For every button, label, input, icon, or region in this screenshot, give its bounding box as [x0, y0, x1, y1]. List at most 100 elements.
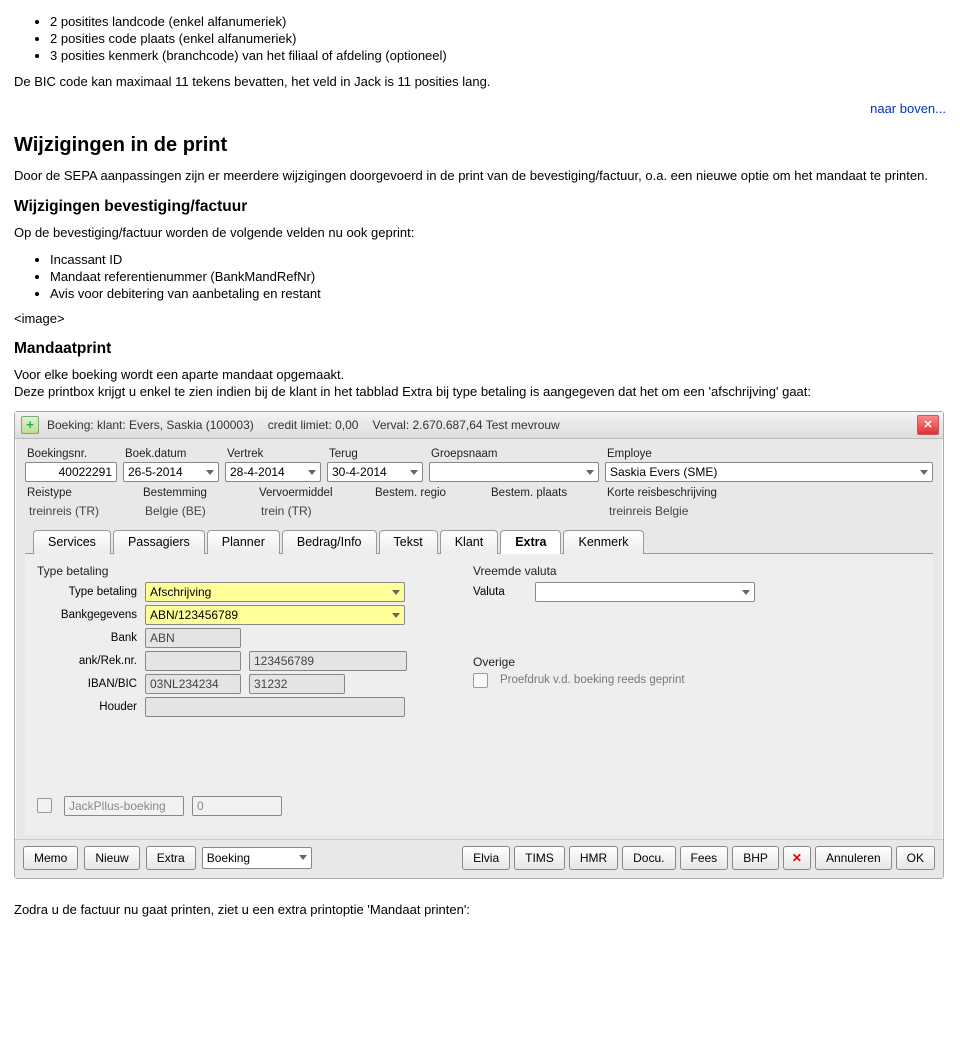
paragraph-printoptie: Zodra u de factuur nu gaat printen, ziet…	[14, 901, 946, 919]
bullet-list-1: 2 positites landcode (enkel alfanumeriek…	[50, 14, 946, 63]
label-boekingsnr: Boekingsnr.	[25, 447, 117, 462]
paragraph-mandaat-line2: Deze printbox krijgt u enkel te zien ind…	[14, 384, 811, 399]
window-titlebar: + Boeking: klant: Evers, Saskia (100003)…	[15, 412, 943, 439]
tab-kenmerk[interactable]: Kenmerk	[563, 530, 643, 554]
field-bestemregio	[373, 501, 483, 521]
close-button[interactable]: ✕	[917, 415, 939, 435]
label-houder: Houder	[37, 701, 137, 713]
label-reknr: ank/Rek.nr.	[37, 655, 137, 667]
field-valuta[interactable]	[535, 582, 755, 602]
button-hmr[interactable]: HMR	[569, 846, 618, 870]
list-item: 3 posities kenmerk (branchcode) van het …	[50, 48, 946, 63]
field-boekdatum[interactable]: 26-5-2014	[123, 462, 219, 482]
field-bestemplaats	[489, 501, 599, 521]
tab-services[interactable]: Services	[33, 530, 111, 554]
field-korte: treinreis Belgie	[605, 501, 933, 521]
heading-mandaatprint: Mandaatprint	[14, 340, 946, 358]
list-item: Incassant ID	[50, 252, 946, 267]
label-groepsnaam: Groepsnaam	[429, 447, 599, 462]
field-type-betaling[interactable]: Afschrijving	[145, 582, 405, 602]
heading-wijzigingen-print: Wijzigingen in de print	[14, 134, 946, 157]
group-overige: Overige	[473, 655, 921, 669]
field-vertrek[interactable]: 28-4-2014	[225, 462, 321, 482]
tab-tekst[interactable]: Tekst	[379, 530, 438, 554]
x-icon: ✕	[792, 851, 802, 865]
tab-panel-extra: Type betaling Type betaling Afschrijving…	[25, 554, 933, 835]
booking-window: + Boeking: klant: Evers, Saskia (100003)…	[14, 411, 944, 879]
list-item: 2 posities code plaats (enkel alfanumeri…	[50, 31, 946, 46]
label-ibanbic: IBAN/BIC	[37, 678, 137, 690]
bullet-list-2: Incassant ID Mandaat referentienummer (B…	[50, 252, 946, 301]
label-bestemregio: Bestem. regio	[373, 486, 483, 501]
paragraph-sepa: Door de SEPA aanpassingen zijn er meerde…	[14, 167, 946, 185]
label-type-betaling: Type betaling	[37, 586, 137, 598]
field-groepsnaam[interactable]	[429, 462, 599, 482]
label-valuta: Valuta	[473, 586, 527, 598]
tab-planner[interactable]: Planner	[207, 530, 280, 554]
button-ok[interactable]: OK	[896, 846, 935, 870]
field-reistype: treinreis (TR)	[25, 501, 135, 521]
label-bankgegevens: Bankgegevens	[37, 609, 137, 621]
field-bic: 31232	[249, 674, 345, 694]
group-vreemde-valuta: Vreemde valuta	[473, 564, 921, 578]
checkbox-proefdruk[interactable]	[473, 673, 488, 688]
paragraph-velden: Op de bevestiging/factuur worden de volg…	[14, 224, 946, 242]
window-bottom-bar: Memo Nieuw Extra Boeking Elvia TIMS HMR …	[15, 839, 943, 878]
button-delete[interactable]: ✕	[783, 846, 811, 870]
label-reistype: Reistype	[25, 486, 135, 501]
field-reknr: 123456789	[249, 651, 407, 671]
label-bestemming: Bestemming	[141, 486, 251, 501]
title-booking: Boeking: klant: Evers, Saskia (100003)	[47, 418, 254, 432]
field-employe[interactable]: Saskia Evers (SME)	[605, 462, 933, 482]
paragraph-mandaat-line1: Voor elke boeking wordt een aparte manda…	[14, 367, 344, 382]
heading-bevestiging-factuur: Wijzigingen bevestiging/factuur	[14, 198, 946, 216]
field-reknr-blank	[145, 651, 241, 671]
dropdown-boeking[interactable]: Boeking	[202, 847, 312, 869]
title-credit: credit limiet: 0,00	[268, 418, 359, 432]
plus-icon[interactable]: +	[21, 416, 39, 434]
checkbox-jackplus[interactable]	[37, 798, 52, 813]
tab-bedrag-info[interactable]: Bedrag/Info	[282, 530, 377, 554]
field-boekingsnr[interactable]: 40022291	[25, 462, 117, 482]
paragraph-mandaat: Voor elke boeking wordt een aparte manda…	[14, 366, 946, 401]
field-bank: ABN	[145, 628, 241, 648]
label-employe: Employe	[605, 447, 933, 462]
list-item: Avis voor debitering van aanbetaling en …	[50, 286, 946, 301]
field-bankgegevens[interactable]: ABN/123456789	[145, 605, 405, 625]
group-type-betaling: Type betaling	[37, 564, 437, 578]
title-verval: Verval: 2.670.687,64 Test mevrouw	[372, 418, 559, 432]
tab-passagiers[interactable]: Passagiers	[113, 530, 205, 554]
button-nieuw[interactable]: Nieuw	[84, 846, 139, 870]
paragraph-bic-note: De BIC code kan maximaal 11 tekens bevat…	[14, 73, 946, 91]
label-bank: Bank	[37, 632, 137, 644]
button-elvia[interactable]: Elvia	[462, 846, 510, 870]
field-jackplus-label: JackPllus-boeking	[64, 796, 184, 816]
button-bhp[interactable]: BHP	[732, 846, 779, 870]
link-naar-boven[interactable]: naar boven...	[14, 101, 946, 116]
button-extra[interactable]: Extra	[146, 846, 196, 870]
close-icon: ✕	[923, 418, 932, 431]
field-iban: 03NL234234	[145, 674, 241, 694]
field-bestemming: Belgie (BE)	[141, 501, 251, 521]
image-placeholder: <image>	[14, 311, 946, 326]
button-fees[interactable]: Fees	[680, 846, 729, 870]
button-tims[interactable]: TIMS	[514, 846, 565, 870]
tab-strip: Services Passagiers Planner Bedrag/Info …	[25, 529, 933, 554]
label-terug: Terug	[327, 447, 423, 462]
label-vervoermiddel: Vervoermiddel	[257, 486, 367, 501]
button-docu[interactable]: Docu.	[622, 846, 675, 870]
label-bestemplaats: Bestem. plaats	[489, 486, 599, 501]
field-houder	[145, 697, 405, 717]
button-memo[interactable]: Memo	[23, 846, 78, 870]
label-proefdruk: Proefdruk v.d. boeking reeds geprint	[500, 674, 685, 686]
list-item: 2 positites landcode (enkel alfanumeriek…	[50, 14, 946, 29]
field-vervoermiddel: trein (TR)	[257, 501, 367, 521]
button-annuleren[interactable]: Annuleren	[815, 846, 892, 870]
label-korte: Korte reisbeschrijving	[605, 486, 933, 501]
label-boekdatum: Boek.datum	[123, 447, 219, 462]
field-jackplus-value: 0	[192, 796, 282, 816]
tab-extra[interactable]: Extra	[500, 530, 561, 554]
field-terug[interactable]: 30-4-2014	[327, 462, 423, 482]
tab-klant[interactable]: Klant	[440, 530, 499, 554]
label-vertrek: Vertrek	[225, 447, 321, 462]
